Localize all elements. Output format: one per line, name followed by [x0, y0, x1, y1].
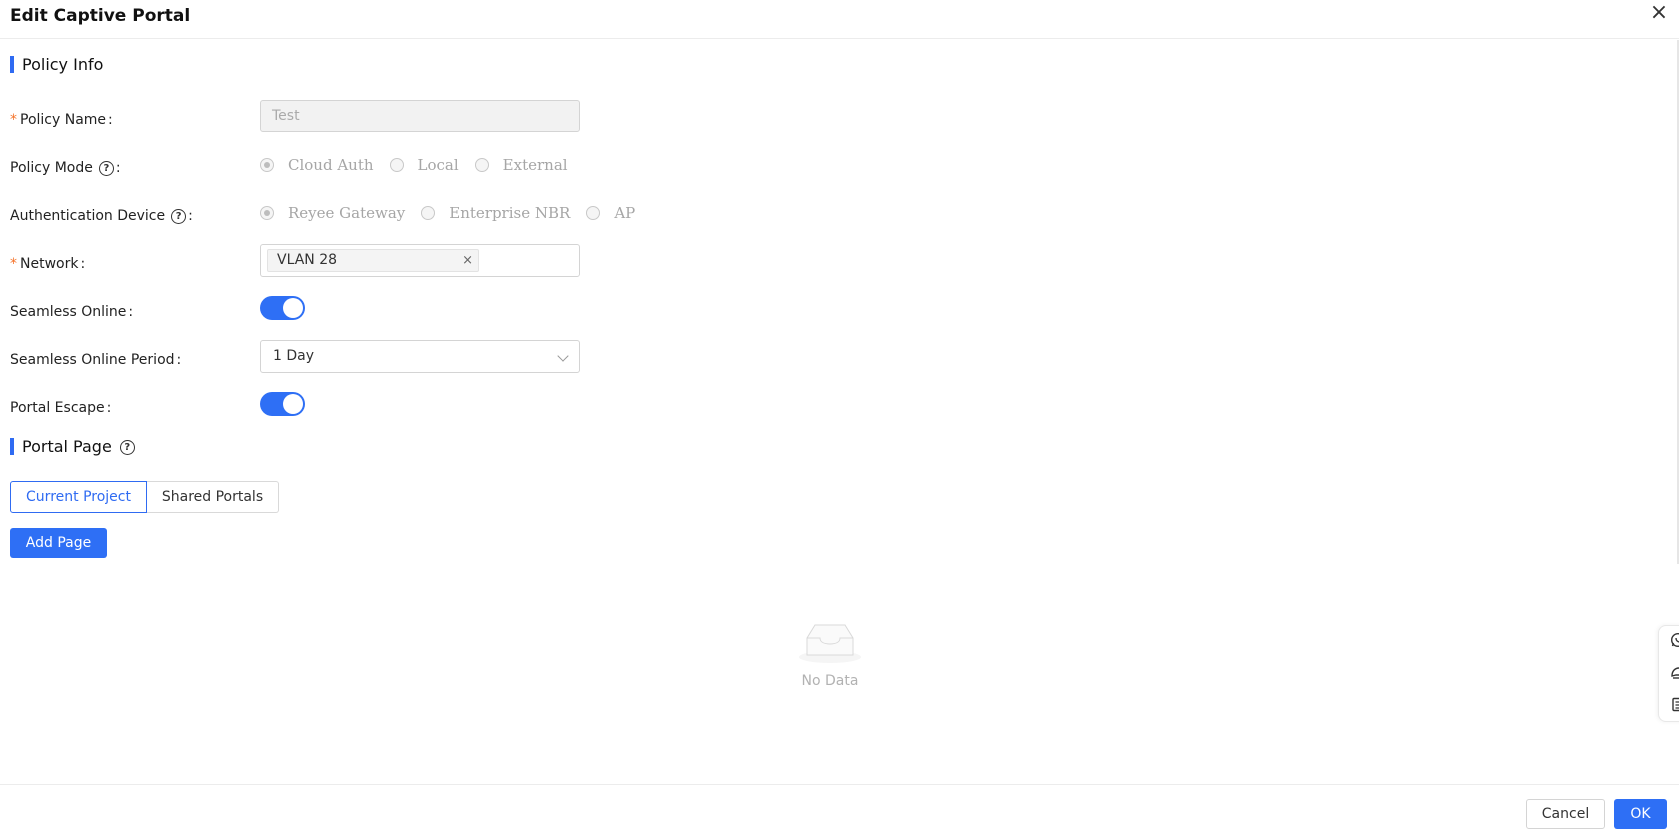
radio-local[interactable]: Local	[389, 156, 459, 174]
radio-label: Enterprise NBR	[449, 204, 571, 222]
question-circle-icon[interactable]: ?	[119, 440, 135, 455]
auth-device-label: Authentication Device?:	[10, 208, 193, 224]
policy-name-label: * Policy Name:	[10, 112, 113, 128]
network-tag: VLAN 28 ×	[267, 249, 479, 272]
seamless-period-label: Seamless Online Period:	[10, 352, 182, 368]
radio-button[interactable]	[586, 206, 601, 220]
portal-source-tabs: Current Project Shared Portals	[10, 481, 279, 513]
radio-label: AP	[614, 204, 636, 222]
dialog-title: Edit Captive Portal	[10, 6, 191, 26]
cancel-button[interactable]: Cancel	[1526, 799, 1605, 829]
policy-mode-radio-group: Cloud Auth Local External	[260, 156, 584, 174]
required-mark: *	[10, 256, 17, 272]
radio-reyee-gateway[interactable]: Reyee Gateway	[260, 204, 405, 222]
chevron-down-icon	[557, 350, 569, 362]
radio-button[interactable]	[260, 206, 274, 220]
footer-divider	[0, 784, 1679, 785]
label-text: Portal Escape	[10, 400, 105, 416]
radio-button[interactable]	[474, 158, 489, 172]
whatsapp-icon[interactable]	[1670, 632, 1679, 648]
section-label: Policy Info	[22, 55, 104, 74]
seamless-period-select[interactable]: 1 Day	[260, 340, 580, 373]
tab-current-project[interactable]: Current Project	[10, 481, 147, 513]
label-text: Network	[20, 256, 79, 272]
policy-name-input[interactable]: Test	[260, 100, 580, 132]
tab-shared-portals[interactable]: Shared Portals	[147, 481, 279, 513]
label-text: Authentication Device	[10, 208, 166, 224]
radio-button[interactable]	[260, 158, 274, 172]
portal-escape-label: Portal Escape:	[10, 400, 112, 416]
toggle-knob	[283, 394, 303, 414]
question-circle-icon[interactable]: ?	[98, 160, 114, 176]
dialog-header: Edit Captive Portal ×	[0, 0, 1679, 39]
floating-toolbar	[1658, 625, 1679, 722]
radio-button[interactable]	[421, 206, 436, 220]
label-text: Seamless Online	[10, 304, 127, 320]
tag-label: VLAN 28	[277, 252, 338, 268]
question-circle-icon[interactable]: ?	[171, 208, 187, 224]
seamless-online-label: Seamless Online:	[10, 304, 134, 320]
section-title-policy-info: Policy Info	[10, 56, 103, 73]
radio-cloud-auth[interactable]: Cloud Auth	[260, 156, 374, 174]
close-icon[interactable]: ×	[462, 250, 473, 271]
radio-ap[interactable]: AP	[586, 204, 635, 222]
network-select[interactable]: VLAN 28 ×	[260, 244, 580, 277]
clipboard-icon[interactable]	[1670, 696, 1679, 712]
portal-escape-toggle[interactable]	[260, 392, 305, 416]
section-label: Portal Page	[22, 437, 112, 456]
empty-inbox-icon	[799, 624, 861, 663]
radio-button[interactable]	[389, 158, 404, 172]
seamless-online-toggle[interactable]	[260, 296, 305, 320]
feedback-icon[interactable]	[1670, 664, 1679, 680]
radio-label: Local	[417, 156, 459, 174]
toggle-knob	[283, 298, 303, 318]
radio-label: Reyee Gateway	[288, 204, 406, 222]
label-text: Seamless Online Period	[10, 352, 175, 368]
close-icon[interactable]: ×	[1648, 2, 1670, 24]
label-text: Policy Name	[20, 112, 107, 128]
radio-external[interactable]: External	[474, 156, 568, 174]
label-text: Policy Mode	[10, 160, 93, 176]
ok-button[interactable]: OK	[1614, 799, 1667, 829]
empty-state-text: No Data	[801, 673, 859, 689]
radio-enterprise-nbr[interactable]: Enterprise NBR	[421, 204, 570, 222]
network-label: * Network:	[10, 256, 86, 272]
section-title-portal-page: Portal Page?	[10, 438, 135, 455]
radio-label: Cloud Auth	[288, 156, 374, 174]
add-page-button[interactable]: Add Page	[10, 528, 107, 558]
policy-mode-label: Policy Mode?:	[10, 160, 121, 176]
required-mark: *	[10, 112, 17, 128]
radio-label: External	[502, 156, 568, 174]
auth-device-radio-group: Reyee Gateway Enterprise NBR AP	[260, 204, 651, 222]
select-value: 1 Day	[273, 348, 315, 364]
